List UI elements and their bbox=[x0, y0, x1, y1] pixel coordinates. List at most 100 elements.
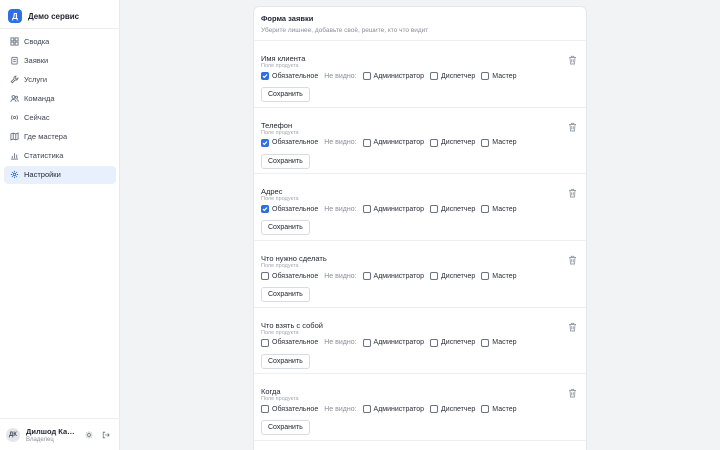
hide-master-checkbox[interactable] bbox=[481, 138, 490, 147]
field-name: Что нужно сделать bbox=[261, 254, 327, 264]
sidebar-item-now[interactable]: Сейчас bbox=[4, 108, 116, 126]
master-label: Мастер bbox=[492, 272, 517, 280]
hide-master-checkbox[interactable] bbox=[481, 272, 490, 281]
form-field-row: Что нужно сделать Поле продукта Обязательн… bbox=[254, 241, 586, 308]
admin-label: Администратор bbox=[373, 72, 425, 80]
master-label: Мастер bbox=[492, 72, 517, 80]
hide-dispatcher-checkbox[interactable] bbox=[430, 205, 439, 214]
required-checkbox[interactable] bbox=[261, 72, 269, 80]
trash-icon[interactable] bbox=[568, 388, 577, 398]
form-title: Форма заявки bbox=[261, 14, 314, 23]
sidebar-item-label: Услуги bbox=[24, 74, 48, 84]
field-options: Обязательное Не видно: Администратор Диспет… bbox=[261, 204, 523, 214]
hide-master-checkbox[interactable] bbox=[481, 405, 490, 414]
hide-admin-checkbox[interactable] bbox=[362, 138, 371, 147]
field-name: Телефон bbox=[261, 120, 293, 130]
hide-dispatcher-checkbox[interactable] bbox=[430, 138, 439, 147]
sidebar-item-label: Сейчас bbox=[24, 112, 50, 122]
hide-admin-checkbox[interactable] bbox=[362, 272, 371, 281]
field-name: Имя клиента bbox=[261, 54, 306, 63]
form-field-row: Что взять с собой Поле продукта Обязательн… bbox=[254, 308, 586, 375]
sidebar-item-dashboard[interactable]: Сводка bbox=[4, 32, 116, 50]
save-button[interactable]: Сохранить bbox=[261, 353, 310, 369]
dispatcher-label: Диспетчер bbox=[441, 339, 476, 347]
required-checkbox[interactable] bbox=[261, 405, 269, 414]
hide-admin-checkbox[interactable] bbox=[362, 405, 371, 414]
wrench-icon bbox=[10, 75, 19, 84]
field-name: Что взять с собой bbox=[261, 320, 323, 330]
field-type: Поле продукта bbox=[261, 129, 299, 136]
required-label: Обязательное bbox=[272, 139, 319, 147]
master-label: Мастер bbox=[492, 339, 517, 347]
trash-icon[interactable] bbox=[568, 188, 577, 198]
form-header: Форма заявки Уберите лишнее, добавьте св… bbox=[254, 7, 586, 41]
divider bbox=[0, 28, 120, 29]
hide-master-checkbox[interactable] bbox=[481, 205, 490, 214]
gear-icon bbox=[10, 171, 19, 179]
logout-icon bbox=[102, 431, 110, 439]
admin-label: Администратор bbox=[373, 205, 425, 213]
sidebar-item-team[interactable]: Команда bbox=[4, 89, 116, 107]
hidden-for-label: Не видно: bbox=[324, 72, 357, 80]
field-type: Поле продукта bbox=[261, 196, 299, 203]
hide-master-checkbox[interactable] bbox=[481, 72, 490, 80]
hide-master-checkbox[interactable] bbox=[481, 338, 490, 347]
sidebar-item-label: Сводка bbox=[24, 36, 50, 46]
user-info: Дилшод Кар… Владелец bbox=[26, 427, 78, 443]
hide-admin-checkbox[interactable] bbox=[362, 72, 371, 80]
brand[interactable]: Д Демо сервис bbox=[8, 8, 79, 24]
sidebar-item-services[interactable]: Услуги bbox=[4, 70, 116, 88]
form-subtitle: Уберите лишнее, добавьте своё, решите, к… bbox=[261, 27, 429, 34]
field-options: Обязательное Не видно: Администратор Диспет… bbox=[261, 71, 523, 81]
trash-icon[interactable] bbox=[568, 322, 577, 332]
avatar[interactable]: ДК bbox=[6, 428, 20, 442]
hidden-for-label: Не видно: bbox=[324, 339, 357, 347]
hide-admin-checkbox[interactable] bbox=[362, 205, 371, 214]
field-options: Обязательное Не видно: Администратор Диспет… bbox=[261, 138, 523, 148]
request-form-card: Форма заявки Уберите лишнее, добавьте св… bbox=[253, 6, 587, 450]
hide-dispatcher-checkbox[interactable] bbox=[430, 405, 439, 414]
sidebar: Д Демо сервис Сводка Заявки Услуги Коман… bbox=[0, 0, 120, 450]
dispatcher-label: Диспетчер bbox=[441, 72, 476, 80]
dispatcher-label: Диспетчер bbox=[441, 205, 476, 213]
sidebar-item-statistics[interactable]: Статистика bbox=[4, 147, 116, 165]
dispatcher-label: Диспетчер bbox=[441, 272, 476, 280]
save-button[interactable]: Сохранить bbox=[261, 287, 310, 303]
logout-button[interactable] bbox=[100, 429, 112, 441]
save-button[interactable]: Сохранить bbox=[261, 87, 310, 102]
trash-icon[interactable] bbox=[568, 255, 577, 265]
hide-admin-checkbox[interactable] bbox=[362, 338, 371, 347]
required-checkbox[interactable] bbox=[261, 138, 269, 147]
required-label: Обязательное bbox=[272, 339, 319, 347]
form-fields-list: Имя клиента Поле продукта Обязательное Не в… bbox=[254, 41, 586, 442]
trash-icon[interactable] bbox=[568, 122, 577, 132]
required-checkbox[interactable] bbox=[261, 272, 269, 281]
dispatcher-label: Диспетчер bbox=[441, 405, 476, 413]
required-label: Обязательное bbox=[272, 205, 319, 213]
field-type: Поле продукта bbox=[261, 396, 299, 403]
save-button[interactable]: Сохранить bbox=[261, 220, 310, 236]
hide-dispatcher-checkbox[interactable] bbox=[430, 272, 439, 281]
sidebar-item-requests[interactable]: Заявки bbox=[4, 51, 116, 69]
hide-dispatcher-checkbox[interactable] bbox=[430, 338, 439, 347]
map-icon bbox=[10, 132, 19, 141]
hide-dispatcher-checkbox[interactable] bbox=[430, 72, 439, 80]
save-button[interactable]: Сохранить bbox=[261, 420, 310, 436]
form-field-row: Имя клиента Поле продукта Обязательное Не в… bbox=[254, 41, 586, 108]
save-button[interactable]: Сохранить bbox=[261, 153, 310, 169]
sidebar-item-label: Где мастера bbox=[24, 131, 68, 141]
sidebar-item-label: Заявки bbox=[24, 55, 49, 65]
theme-toggle-button[interactable] bbox=[83, 429, 95, 441]
sidebar-item-settings[interactable]: Настройки bbox=[4, 165, 116, 184]
field-options: Обязательное Не видно: Администратор Диспет… bbox=[261, 338, 523, 348]
user-name: Дилшод Кар… bbox=[26, 427, 78, 436]
form-field-row: Телефон Поле продукта Обязательное Не видно… bbox=[254, 108, 586, 175]
field-name: Когда bbox=[261, 387, 281, 397]
required-label: Обязательное bbox=[272, 72, 319, 80]
trash-icon[interactable] bbox=[568, 55, 577, 65]
required-checkbox[interactable] bbox=[261, 205, 269, 214]
hidden-for-label: Не видно: bbox=[324, 272, 357, 280]
required-checkbox[interactable] bbox=[261, 338, 269, 347]
sidebar-item-where-masters[interactable]: Где мастера bbox=[4, 127, 116, 145]
user-block: ДК Дилшод Кар… Владелец bbox=[6, 425, 116, 445]
